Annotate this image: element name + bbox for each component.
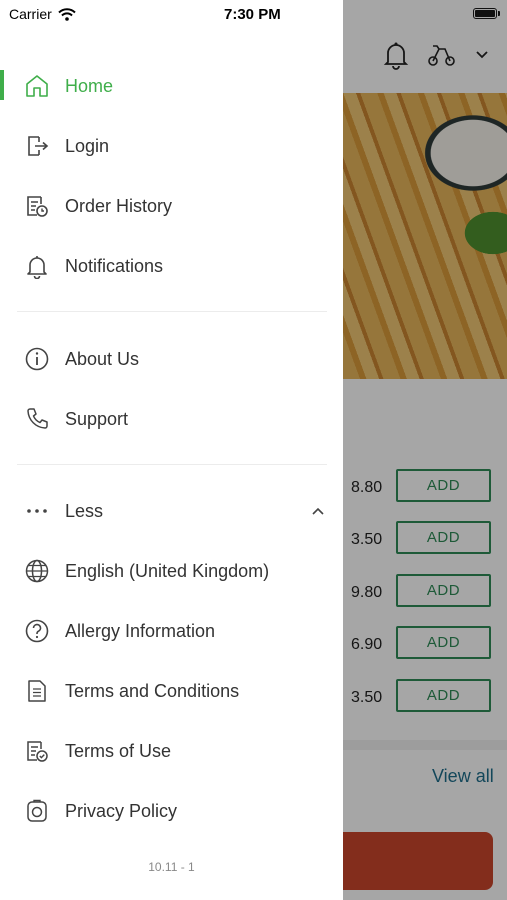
menu-item-home[interactable]: Home	[0, 56, 343, 116]
menu-item-label: About Us	[65, 348, 140, 369]
question-icon	[24, 618, 50, 644]
more-dots-icon	[24, 498, 50, 524]
drawer-overlay[interactable]	[343, 0, 507, 900]
menu-item-order-history[interactable]: Order History	[0, 176, 343, 236]
menu-item-allergy-information[interactable]: Allergy Information	[0, 601, 343, 661]
navigation-drawer: Home Login Order History Notifications A…	[0, 0, 343, 900]
bell-icon	[24, 253, 50, 279]
menu-item-label: Order History	[65, 195, 173, 216]
status-bar: Carrier 7:30 PM	[0, 0, 507, 28]
carrier: Carrier	[9, 6, 76, 22]
menu-item-about-us[interactable]: About Us	[0, 329, 343, 389]
battery-icon	[473, 8, 500, 19]
menu-item-label: Allergy Information	[65, 620, 216, 641]
menu-item-terms-of-use[interactable]: Terms of Use	[0, 721, 343, 781]
menu-item-label: English (United Kingdom)	[65, 560, 270, 581]
menu-item-label: Login	[65, 135, 110, 156]
carrier-label: Carrier	[9, 6, 52, 22]
menu-item-label: Less	[65, 500, 104, 521]
globe-icon	[24, 558, 50, 584]
info-icon	[24, 346, 50, 372]
privacy-icon	[24, 798, 50, 824]
phone-icon	[24, 406, 50, 432]
menu-item-notifications[interactable]: Notifications	[0, 236, 343, 296]
menu-item-privacy-policy[interactable]: Privacy Policy	[0, 781, 343, 841]
home-icon	[24, 73, 50, 99]
login-icon	[24, 133, 50, 159]
chevron-up-icon	[311, 504, 325, 518]
menu-item-support[interactable]: Support	[0, 389, 343, 449]
menu-item-label: Privacy Policy	[65, 800, 178, 821]
menu-item-login[interactable]: Login	[0, 116, 343, 176]
menu-item-label: Notifications	[65, 255, 164, 276]
menu-item-label: Home	[65, 75, 114, 96]
clock: 7:30 PM	[224, 6, 281, 23]
menu-item-label: Support	[65, 408, 129, 429]
menu-divider	[17, 311, 327, 312]
app-version: 10.11 - 1	[148, 860, 195, 874]
menu-item-label: Terms and Conditions	[65, 680, 240, 701]
menu-item-label: Terms of Use	[65, 740, 172, 761]
order-history-icon	[24, 193, 50, 219]
menu-divider	[17, 464, 327, 465]
menu-item-terms-and-conditions[interactable]: Terms and Conditions	[0, 661, 343, 721]
wifi-icon	[58, 7, 76, 21]
document-icon	[24, 678, 50, 704]
menu-item-language[interactable]: English (United Kingdom)	[0, 541, 343, 601]
document-check-icon	[24, 738, 50, 764]
menu-toggle-less[interactable]: Less	[0, 481, 343, 541]
